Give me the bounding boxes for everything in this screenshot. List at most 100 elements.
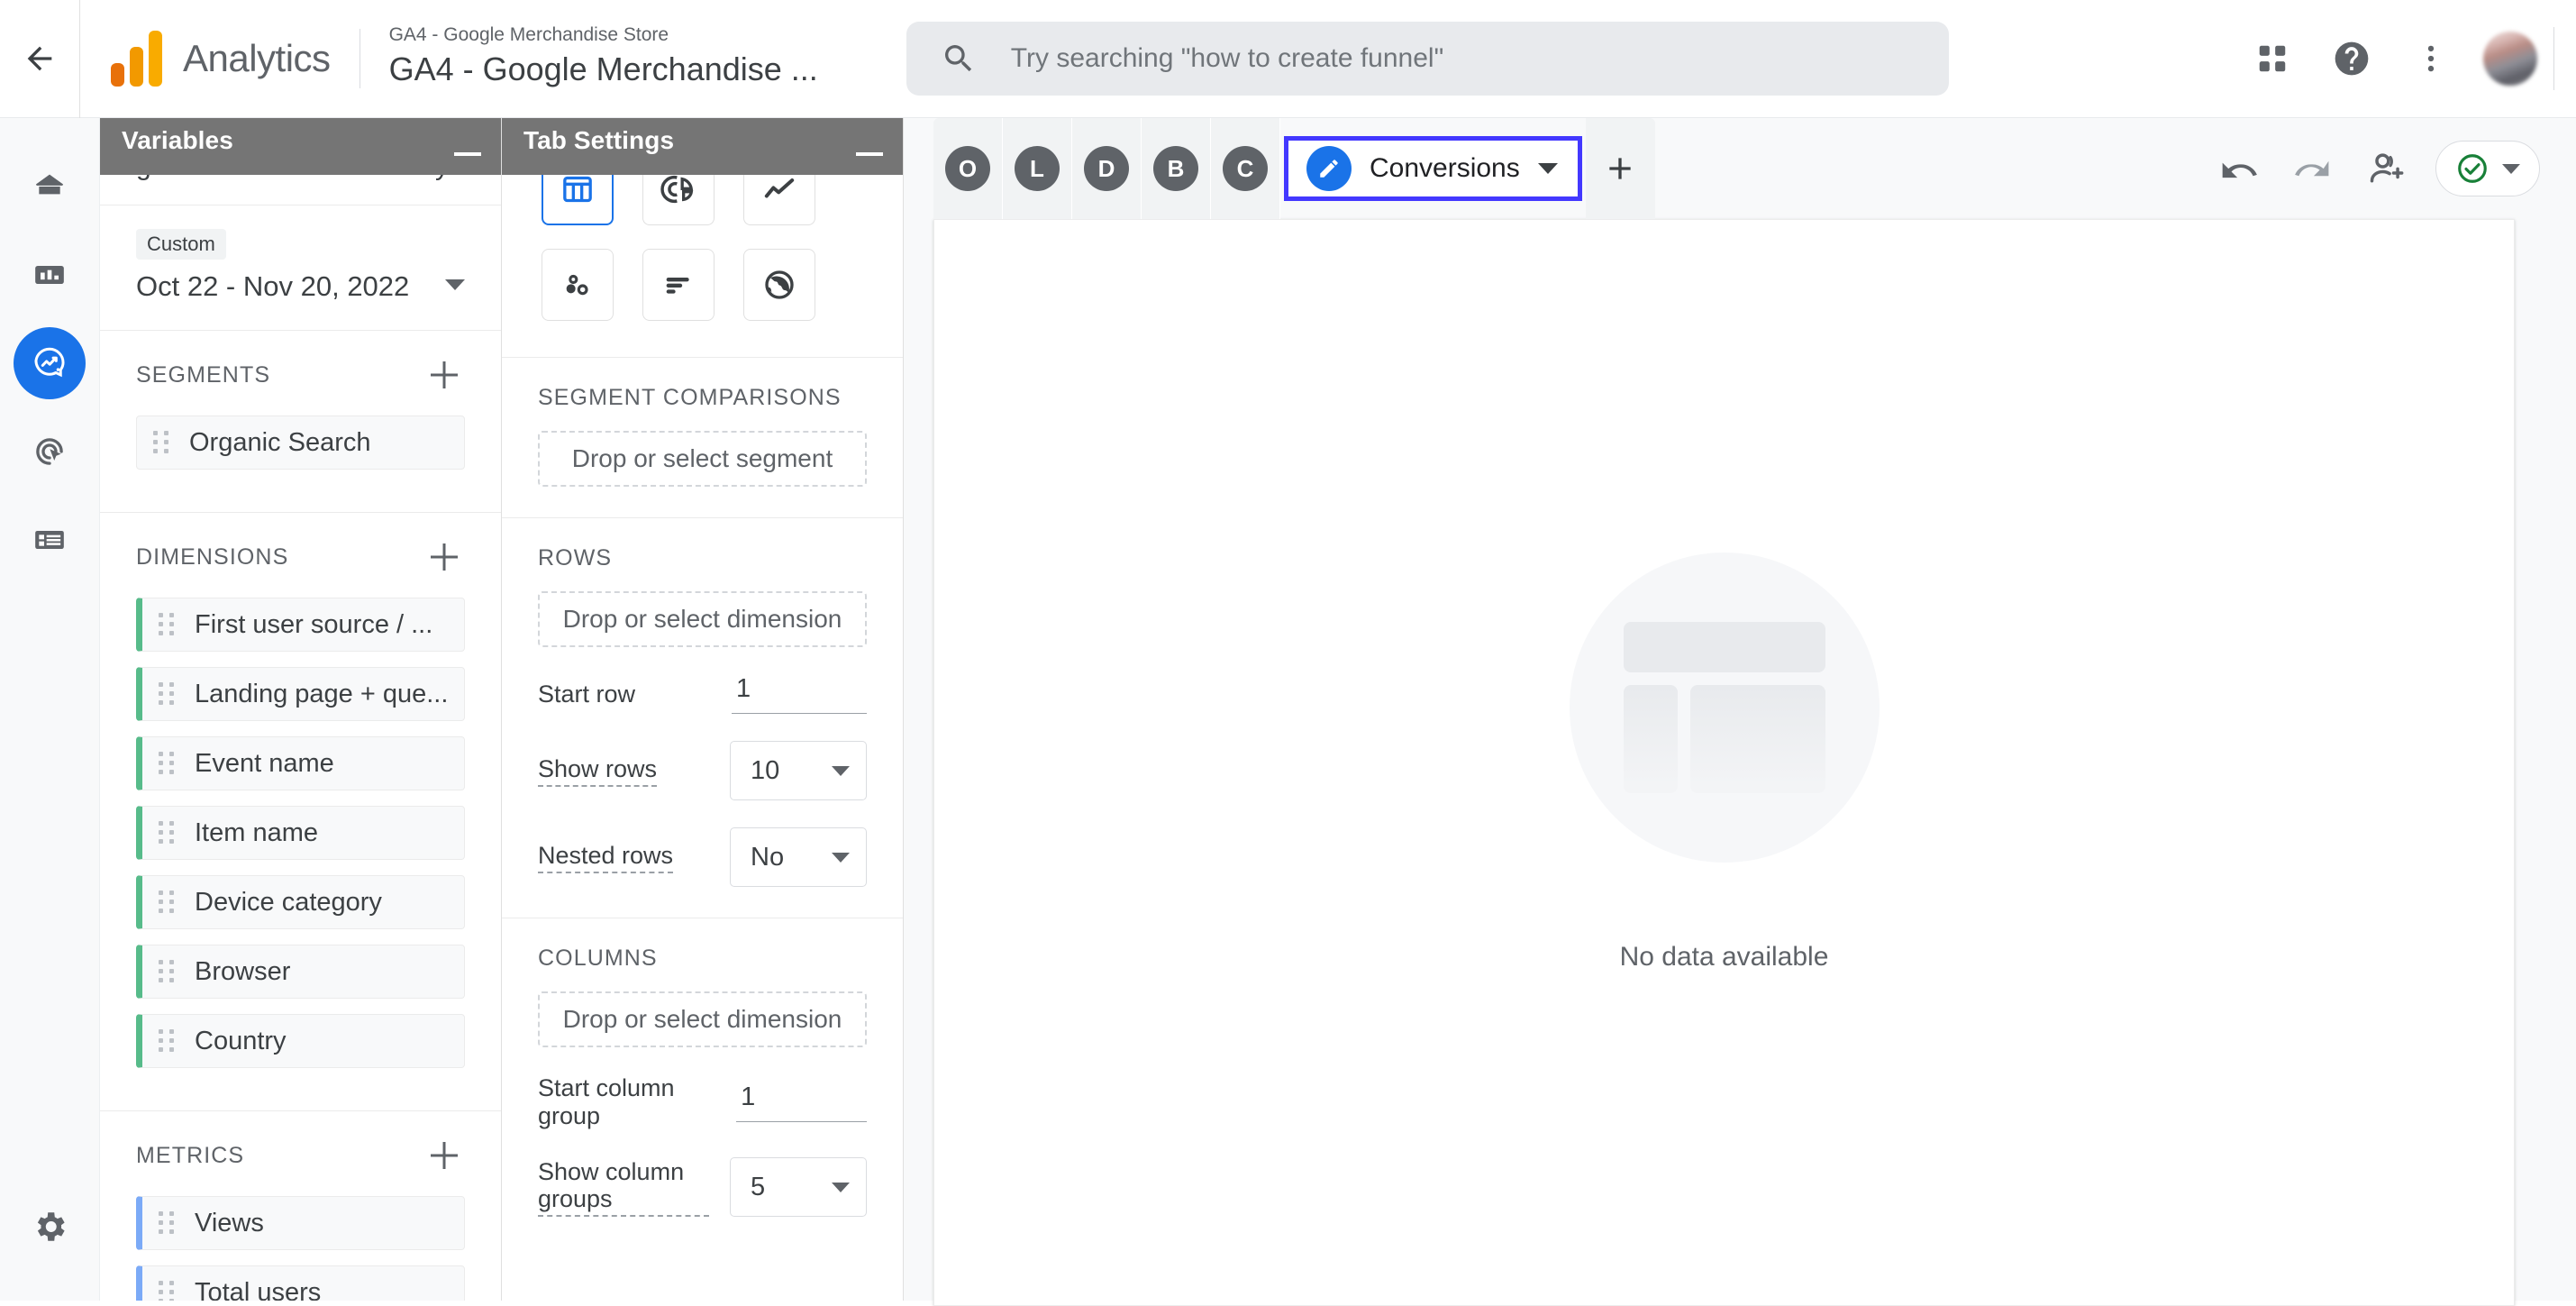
search-icon <box>944 45 971 72</box>
sidebar-item-admin[interactable] <box>14 1191 86 1263</box>
rows-drop-zone[interactable]: Drop or select dimension <box>538 591 867 647</box>
tab-conversions-label: Conversions <box>1370 153 1520 183</box>
start-column-group-input[interactable]: 1 <box>736 1082 867 1122</box>
tab-l[interactable]: L <box>1003 118 1072 219</box>
dimension-label: Country <box>195 1026 287 1055</box>
list-item[interactable]: Event name <box>136 736 465 790</box>
drag-handle-icon[interactable] <box>159 1281 175 1301</box>
tab-chevron-down-icon[interactable] <box>1537 163 1558 174</box>
more-options-button[interactable] <box>2391 19 2471 98</box>
show-rows-select[interactable]: 10 <box>730 741 867 800</box>
drag-handle-icon[interactable] <box>153 431 169 454</box>
list-item[interactable]: First user source / ... <box>136 598 465 652</box>
show-rows-label: Show rows <box>538 755 658 787</box>
more-vert-icon <box>2427 45 2435 72</box>
drag-handle-icon[interactable] <box>159 960 175 983</box>
list-item[interactable]: Item name <box>136 806 465 860</box>
global-search[interactable] <box>906 22 1949 96</box>
viz-free-form-table-button[interactable] <box>542 175 614 225</box>
exploration-name-row-clipped[interactable]: g y <box>100 175 501 205</box>
drag-handle-icon[interactable] <box>159 1211 175 1235</box>
tab-settings-panel: Tab Settings SEGMENT COMPARISONS Drop or… <box>502 118 904 1301</box>
avatar[interactable] <box>2483 32 2537 86</box>
help-circle-icon <box>2335 41 2369 76</box>
tab-initial: O <box>945 146 990 191</box>
list-item[interactable]: Country <box>136 1014 465 1068</box>
segment-drop-zone[interactable]: Drop or select segment <box>538 431 867 487</box>
columns-drop-zone[interactable]: Drop or select dimension <box>538 991 867 1047</box>
save-status-button[interactable] <box>2435 141 2540 196</box>
drag-handle-icon[interactable] <box>159 821 175 845</box>
dimension-label: Device category <box>195 887 382 917</box>
list-item[interactable]: Browser <box>136 945 465 999</box>
dimension-label: Event name <box>195 748 334 778</box>
variables-collapse-button[interactable] <box>454 152 481 156</box>
share-button[interactable] <box>2353 134 2421 203</box>
start-row-field: Start row 1 <box>538 674 867 714</box>
viz-donut-chart-button[interactable] <box>642 175 715 225</box>
save-status-chevron-down-icon[interactable] <box>2502 163 2520 174</box>
show-column-groups-select[interactable]: 5 <box>730 1157 867 1217</box>
nested-rows-label: Nested rows <box>538 842 674 873</box>
viz-bar-chart-button[interactable] <box>642 249 715 321</box>
add-dimension-button[interactable] <box>423 536 465 578</box>
columns-section: COLUMNS Drop or select dimension Start c… <box>502 918 903 1247</box>
list-item[interactable]: Views <box>136 1196 465 1250</box>
chevron-down-icon <box>832 852 850 863</box>
add-tab-button[interactable] <box>1585 118 1655 219</box>
brand-block: Analytics <box>80 0 331 118</box>
tab-settings-collapse-button[interactable] <box>856 152 883 156</box>
rows-title: ROWS <box>538 545 613 571</box>
tab-o[interactable]: O <box>933 118 1003 219</box>
sidebar-item-home[interactable] <box>14 151 86 223</box>
tab-b[interactable]: B <box>1142 118 1211 219</box>
drag-handle-icon[interactable] <box>159 1029 175 1053</box>
list-item[interactable]: Landing page + que... <box>136 667 465 721</box>
start-column-group-label: Start column group <box>538 1074 675 1129</box>
viz-scatter-plot-button[interactable] <box>542 249 614 321</box>
sidebar-item-explore[interactable] <box>14 327 86 399</box>
undo-button[interactable] <box>2205 134 2273 203</box>
drag-handle-icon[interactable] <box>159 752 175 775</box>
segments-section: SEGMENTS Organic Search <box>100 331 501 513</box>
viz-line-chart-button[interactable] <box>743 175 815 225</box>
redo-button[interactable] <box>2279 134 2347 203</box>
list-item[interactable]: Total users <box>136 1265 465 1301</box>
apps-button[interactable] <box>2233 19 2312 98</box>
sidebar-item-reports[interactable] <box>14 239 86 311</box>
metrics-section: METRICS Views Total users <box>100 1111 501 1301</box>
empty-state-illustration-icon <box>1569 553 1880 863</box>
tab-settings-panel-header: Tab Settings <box>502 118 903 175</box>
variables-panel: Variables g y Custom Oct 22 - Nov 20, 20… <box>100 118 502 1301</box>
google-analytics-logo-icon <box>111 31 163 87</box>
back-button[interactable] <box>0 0 79 118</box>
sidebar-item-advertising[interactable] <box>14 416 86 488</box>
viz-geo-map-button[interactable] <box>743 249 815 321</box>
sidebar-item-library[interactable] <box>14 504 86 576</box>
add-segment-button[interactable] <box>423 354 465 396</box>
tab-d[interactable]: D <box>1072 118 1142 219</box>
dimension-label: Browser <box>195 956 291 986</box>
dimension-label: Landing page + que... <box>195 679 449 708</box>
tab-c[interactable]: C <box>1211 118 1280 219</box>
chevron-down-icon <box>832 1182 850 1192</box>
date-range-chevron-down-icon[interactable] <box>445 279 465 290</box>
list-item[interactable]: Device category <box>136 875 465 929</box>
dimension-label: Item name <box>195 817 318 847</box>
tab-edit-badge[interactable] <box>1306 146 1352 191</box>
drag-handle-icon[interactable] <box>159 890 175 914</box>
nested-rows-select[interactable]: No <box>730 827 867 887</box>
pencil-icon <box>1320 160 1338 178</box>
drag-handle-icon[interactable] <box>159 682 175 706</box>
tab-conversions[interactable]: Conversions <box>1284 136 1582 201</box>
search-input[interactable] <box>1010 43 1915 74</box>
date-range-row[interactable]: Custom Oct 22 - Nov 20, 2022 <box>136 229 465 303</box>
add-metric-button[interactable] <box>423 1135 465 1176</box>
help-button[interactable] <box>2312 19 2391 98</box>
drag-handle-icon[interactable] <box>159 613 175 636</box>
geo-map-icon <box>765 270 794 299</box>
list-item[interactable]: Organic Search <box>136 416 465 470</box>
property-selector[interactable]: GA4 - Google Merchandise Store GA4 - Goo… <box>389 0 818 118</box>
empty-illustration-row <box>1623 685 1825 793</box>
start-row-input[interactable]: 1 <box>732 674 867 714</box>
